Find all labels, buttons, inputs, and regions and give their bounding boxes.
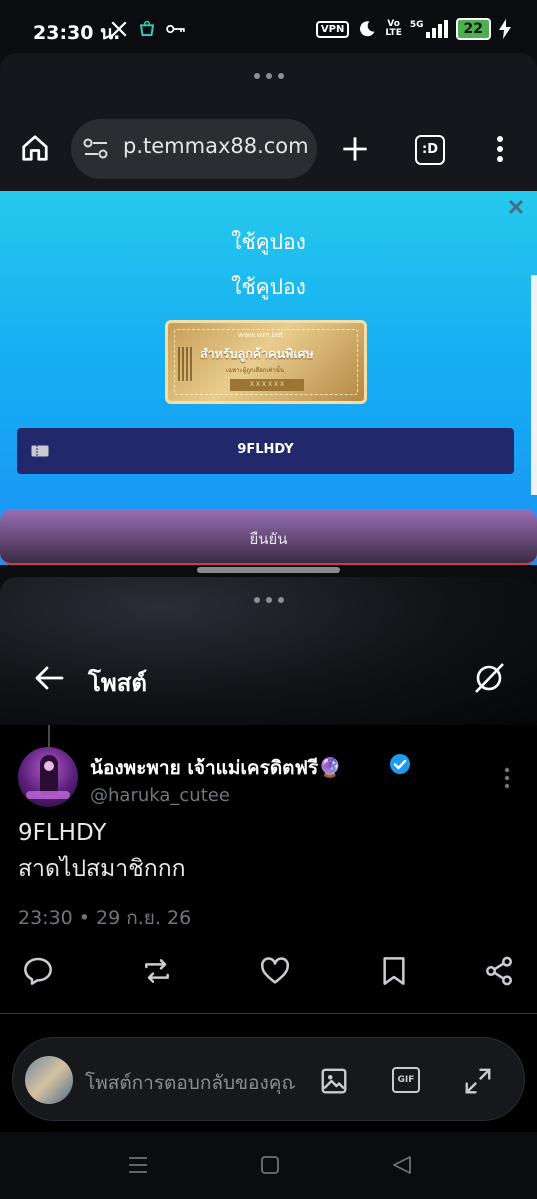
volte-indicator: Vo LTE <box>385 19 402 38</box>
home-icon[interactable] <box>20 133 50 163</box>
signal-icon: 5G <box>410 20 448 38</box>
x-app-window: โพสต์ น้องพะพาย เจ้าแม่เครดิตฟรี🔮 @haruk… <box>0 577 537 1132</box>
more-options-icon[interactable] <box>496 135 504 163</box>
post-text-line-1: 9FLHDY <box>18 820 107 846</box>
author-display-name[interactable]: น้องพะพาย เจ้าแม่เครดิตฟรี🔮 <box>90 753 342 783</box>
moon-icon <box>357 19 377 39</box>
post-timestamp[interactable]: 23:30 • 29 ก.ย. 26 <box>18 903 191 933</box>
charging-icon <box>499 19 511 39</box>
page-heading-1: ใช้คูปอง <box>231 230 306 254</box>
window-drag-handle[interactable] <box>0 73 537 79</box>
system-navigation-bar <box>0 1132 537 1199</box>
post-text-line-2: สาดไปสมาชิกกก <box>18 856 186 882</box>
coupon-code-value: 9FLHDY <box>237 442 294 457</box>
url-text: p.temmax88.com <box>123 134 309 158</box>
vpn-badge: VPN <box>315 20 350 38</box>
key-icon <box>166 22 186 36</box>
reply-icon[interactable] <box>22 955 54 987</box>
bookmark-icon[interactable] <box>378 955 410 987</box>
share-icon[interactable] <box>483 955 515 987</box>
current-user-avatar <box>25 1056 73 1104</box>
address-bar[interactable]: p.temmax88.com <box>71 119 317 179</box>
gif-button[interactable]: GIF <box>392 1067 420 1093</box>
back-button-icon[interactable] <box>393 1156 411 1174</box>
post-more-icon[interactable] <box>504 767 510 789</box>
tab-switcher-button[interactable]: :D <box>415 135 445 165</box>
ticket-subline: เฉพาะผู้ถูกเลือกเท่านั้น <box>226 367 285 374</box>
status-bar: 23:30 น. VPN Vo LTE 5G 22 <box>0 0 537 58</box>
x-logo-icon <box>110 20 128 38</box>
split-screen-divider[interactable] <box>197 567 340 573</box>
author-handle[interactable]: @haruka_cutee <box>90 785 230 806</box>
site-settings-icon[interactable] <box>83 137 109 161</box>
image-icon[interactable] <box>319 1066 349 1096</box>
confirm-button-label: ยืนยัน <box>249 530 288 548</box>
page-heading-2: ใช้คูปอง <box>231 275 306 299</box>
browser-window: p.temmax88.com :D ใช้คูปอง ใช้คูปอง www.… <box>0 53 537 565</box>
shop-icon <box>138 20 156 38</box>
verified-badge-icon <box>389 753 411 775</box>
battery-indicator: 22 <box>455 18 491 40</box>
divider <box>0 1013 537 1014</box>
expand-icon[interactable] <box>463 1066 493 1096</box>
ticket-headline: สำหรับลูกค้าคนพิเศษ <box>200 346 314 361</box>
thread-line <box>48 725 50 747</box>
coupon-code-field[interactable]: 9FLHDY <box>17 428 514 474</box>
status-time: 23:30 น. <box>33 22 121 44</box>
confirm-button[interactable]: ยืนยัน <box>0 509 537 565</box>
ticket-brand: www.wm.bet <box>238 331 284 339</box>
page-title: โพสต์ <box>88 669 147 697</box>
reply-input[interactable]: โพสต์การตอบกลับของคุณ <box>85 1068 295 1098</box>
repost-icon[interactable] <box>141 955 173 987</box>
recent-apps-icon[interactable] <box>128 1156 148 1174</box>
back-arrow-icon[interactable] <box>34 665 64 691</box>
browser-toolbar: p.temmax88.com :D <box>0 111 537 189</box>
author-avatar[interactable] <box>18 747 78 807</box>
coupon-ticket-image: www.wm.bet สำหรับลูกค้าคนพิเศษ เฉพาะผู้ถ… <box>165 320 367 404</box>
window-drag-handle-2[interactable] <box>0 597 537 603</box>
page-scrollbar[interactable] <box>531 275 537 495</box>
like-icon[interactable] <box>259 955 291 987</box>
post-header: โพสต์ <box>0 577 537 725</box>
new-tab-icon[interactable] <box>341 135 369 163</box>
reply-composer[interactable]: โพสต์การตอบกลับของคุณ GIF <box>12 1037 525 1121</box>
ticket-code-mask: X X X X X X <box>230 379 304 391</box>
home-button-icon[interactable] <box>261 1156 279 1174</box>
close-popup-icon[interactable] <box>508 199 524 215</box>
grok-icon[interactable] <box>472 661 506 695</box>
